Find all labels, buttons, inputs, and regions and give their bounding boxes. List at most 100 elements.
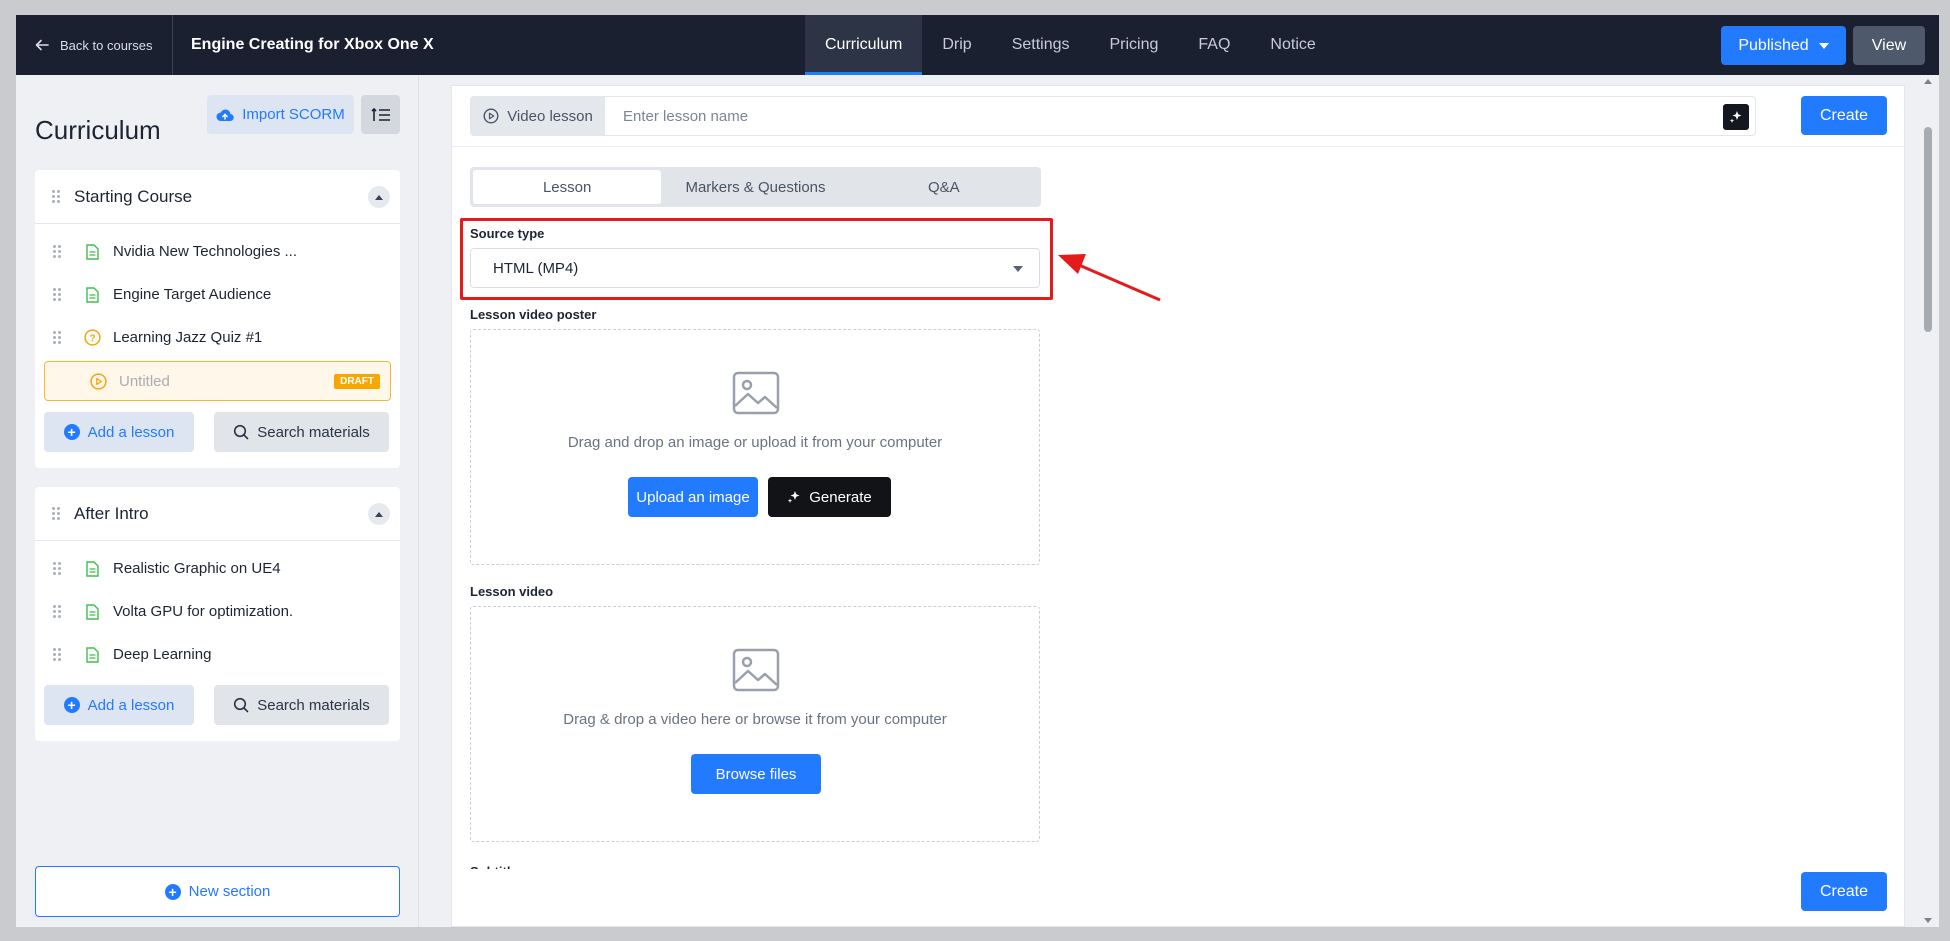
add-lesson-button[interactable]: + Add a lesson	[44, 412, 194, 452]
sidebar-title: Curriculum	[35, 115, 161, 145]
drag-handle-icon[interactable]	[53, 647, 61, 662]
chevron-up-icon	[375, 511, 383, 517]
lesson-title: Untitled	[119, 372, 170, 390]
lesson-title: Nvidia New Technologies ...	[113, 243, 297, 260]
drag-handle-icon[interactable]	[53, 561, 61, 576]
source-type-label: Source type	[470, 226, 545, 241]
plus-circle-icon: +	[164, 883, 181, 900]
section-header: After Intro	[35, 487, 400, 541]
collapse-section-button[interactable]	[368, 186, 390, 208]
add-lesson-label: Add a lesson	[87, 423, 175, 441]
published-dropdown-button[interactable]: Published	[1721, 26, 1846, 65]
lesson-item[interactable]: Engine Target Audience	[35, 273, 400, 316]
page-scrollbar[interactable]	[1922, 75, 1934, 927]
tab-notice[interactable]: Notice	[1250, 15, 1335, 75]
drag-handle-icon[interactable]	[52, 189, 60, 204]
sparkle-icon	[1729, 111, 1742, 123]
header-divider	[452, 146, 1904, 147]
section-actions: + Add a lesson Search materials	[35, 676, 400, 741]
lesson-title: Learning Jazz Quiz #1	[113, 329, 263, 346]
scroll-down-icon[interactable]	[1924, 918, 1932, 923]
lesson-editor: Video lesson Enter lesson name Create Le…	[451, 85, 1905, 927]
video-label: Lesson video	[470, 584, 554, 599]
drag-handle-icon[interactable]	[53, 244, 61, 259]
back-to-courses-link[interactable]: Back to courses	[34, 15, 153, 75]
lesson-item[interactable]: Deep Learning	[35, 633, 400, 676]
document-icon	[83, 243, 101, 261]
subtab-qa[interactable]: Q&A	[850, 170, 1038, 204]
section-actions: + Add a lesson Search materials	[35, 403, 400, 468]
lesson-item-draft[interactable]: Untitled DRAFT	[44, 361, 391, 401]
subtab-markers-questions[interactable]: Markers & Questions	[661, 170, 849, 204]
course-title: Engine Creating for Xbox One X	[191, 36, 434, 53]
lesson-type-selector[interactable]: Video lesson	[471, 97, 605, 135]
sparkle-icon	[788, 491, 800, 503]
generate-label: Generate	[809, 488, 872, 506]
search-materials-button[interactable]: Search materials	[214, 685, 389, 725]
topbar-divider	[172, 15, 173, 75]
sort-sections-button[interactable]	[361, 95, 400, 134]
search-materials-button[interactable]: Search materials	[214, 412, 389, 452]
add-lesson-label: Add a lesson	[87, 696, 175, 714]
new-section-button[interactable]: + New section	[35, 866, 400, 917]
create-button-top[interactable]: Create	[1801, 96, 1887, 135]
draft-badge: DRAFT	[334, 374, 380, 389]
source-type-value: HTML (MP4)	[493, 259, 579, 277]
lesson-title: Engine Target Audience	[113, 286, 272, 303]
image-placeholder-icon	[732, 648, 780, 692]
view-button[interactable]: View	[1853, 26, 1925, 65]
top-bar: Back to courses Engine Creating for Xbox…	[16, 15, 1939, 75]
app-window: Back to courses Engine Creating for Xbox…	[16, 15, 1939, 927]
browse-files-button[interactable]: Browse files	[691, 754, 821, 794]
drag-handle-icon[interactable]	[52, 506, 60, 521]
search-materials-label: Search materials	[257, 423, 370, 441]
add-lesson-button[interactable]: + Add a lesson	[44, 685, 194, 725]
create-button-bottom[interactable]: Create	[1801, 872, 1887, 911]
tab-faq[interactable]: FAQ	[1178, 15, 1250, 75]
section-title[interactable]: Starting Course	[74, 187, 192, 207]
arrow-left-icon	[35, 39, 49, 51]
subtitles-label: Subtitles	[470, 864, 525, 869]
lesson-item[interactable]: Volta GPU for optimization.	[35, 590, 400, 633]
back-label: Back to courses	[60, 37, 153, 53]
collapse-section-button[interactable]	[368, 503, 390, 525]
annotation-arrow-icon	[1058, 254, 1161, 302]
tab-drip[interactable]: Drip	[922, 15, 991, 75]
lesson-item[interactable]: Realistic Graphic on UE4	[35, 547, 400, 590]
image-placeholder-icon	[732, 371, 780, 415]
lesson-title: Deep Learning	[113, 646, 212, 663]
published-label: Published	[1738, 36, 1809, 54]
drag-handle-icon[interactable]	[53, 604, 61, 619]
lesson-item[interactable]: Nvidia New Technologies ...	[35, 230, 400, 273]
tab-curriculum[interactable]: Curriculum	[805, 15, 923, 75]
scrollbar-thumb[interactable]	[1924, 127, 1932, 332]
video-dropzone[interactable]: Drag & drop a video here or browse it fr…	[470, 606, 1040, 842]
lesson-item[interactable]: ? Learning Jazz Quiz #1	[35, 316, 400, 359]
ai-sparkle-button[interactable]	[1723, 104, 1749, 130]
caret-down-icon	[1818, 42, 1829, 49]
scroll-up-icon[interactable]	[1924, 79, 1932, 84]
drag-handle-icon[interactable]	[53, 287, 61, 302]
lesson-subtabs: Lesson Markers & Questions Q&A	[470, 167, 1041, 207]
tab-pricing[interactable]: Pricing	[1090, 15, 1179, 75]
plus-circle-icon: +	[63, 697, 80, 713]
section-header: Starting Course	[35, 170, 400, 224]
generate-button[interactable]: Generate	[768, 477, 891, 517]
drag-handle-icon[interactable]	[53, 330, 61, 345]
subtab-lesson[interactable]: Lesson	[473, 170, 662, 204]
upload-image-button[interactable]: Upload an image	[628, 477, 758, 517]
source-type-select[interactable]: HTML (MP4)	[470, 248, 1040, 288]
section-title[interactable]: After Intro	[74, 504, 149, 524]
lesson-name-bar: Video lesson Enter lesson name	[470, 96, 1756, 136]
poster-label: Lesson video poster	[470, 307, 597, 322]
search-icon	[234, 424, 249, 440]
poster-dropzone[interactable]: Drag and drop an image or upload it from…	[470, 329, 1040, 565]
chevron-down-icon	[1013, 266, 1023, 272]
tab-settings[interactable]: Settings	[992, 15, 1090, 75]
plus-circle-icon: +	[63, 424, 80, 440]
import-scorm-button[interactable]: Import SCORM	[207, 95, 354, 134]
search-icon	[234, 697, 249, 713]
section-after-intro: After Intro Realistic Graphic on UE4 Vol…	[35, 487, 400, 741]
document-icon	[83, 286, 101, 304]
lesson-name-input[interactable]: Enter lesson name	[623, 97, 748, 135]
